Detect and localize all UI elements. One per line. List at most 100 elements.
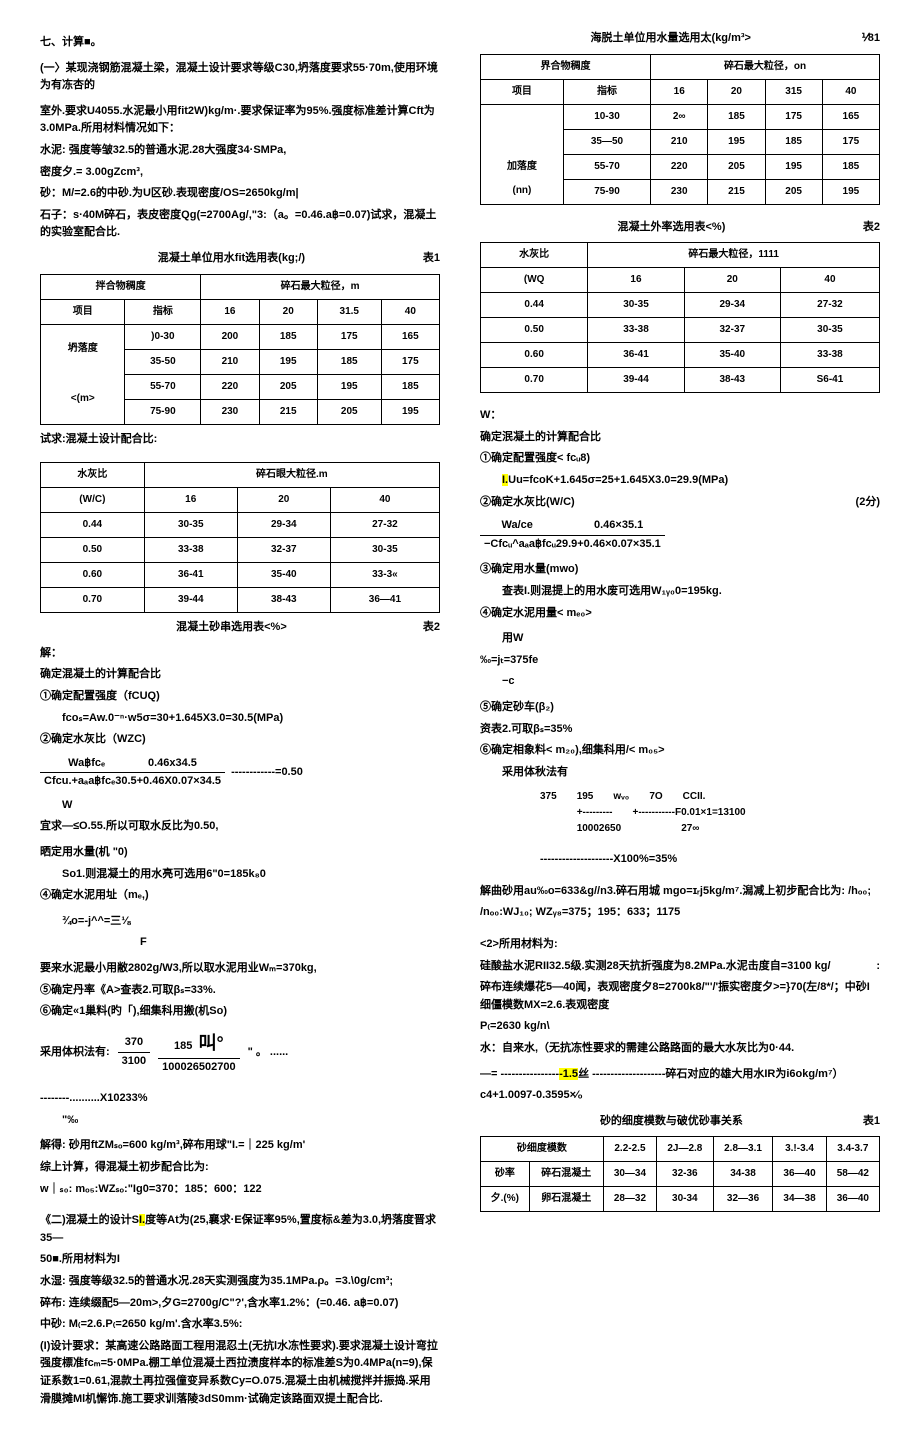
r10: ‰=jₜ=375fe	[480, 652, 880, 670]
rt1-h2c: 16	[651, 79, 708, 104]
density-line: 密度夕.= 3.00gZcm³,	[40, 164, 440, 182]
t1-r3f: 185	[381, 374, 439, 399]
rt1-r3b: 55-70	[563, 154, 650, 179]
rt2-r2c: 32-37	[684, 318, 780, 343]
q2f: 碎布: 连续缀配5—20m>,夕G=2700g/C"?',含水率1.2%：(=0…	[40, 1295, 440, 1313]
solution-h: 解：	[40, 645, 440, 663]
s4: ②确定水灰比（WZC)	[40, 731, 440, 749]
t2-h1a: 水灰比	[41, 463, 145, 488]
rt3-r1b: 碎石混凝土	[529, 1162, 603, 1187]
t1-h1a: 拌合物稠度	[41, 274, 201, 299]
rq2b-row: 硅酸盐水泥RII32.5级.实测28天抗折强度为8.2MPa.水泥击度自=310…	[480, 958, 880, 976]
s14: ⑤确定丹率《A>查表2.可取βₛ=33%.	[40, 982, 440, 1000]
rt3-r2f: 34—38	[773, 1187, 826, 1212]
rt1-h2f: 40	[822, 79, 879, 104]
rt2-h1b: 碎石最大粒径，1111	[588, 243, 880, 268]
rt3-r2b: 卵石混凝土	[529, 1187, 603, 1212]
s17b: "‰	[40, 1112, 440, 1130]
r19: /nₒ₀:WJ₁₀; WZᵧ₈=375；195：633；1175	[480, 904, 880, 922]
volume-formula-right: 375 195 wᵥ₀ 7O CCII. 375 +--------- +---…	[540, 789, 880, 837]
t1-r1b: )0-30	[125, 324, 201, 349]
water-usage-table-right: 界合物稠度 碎石最大粒径，on 项目 指标 16 20 315 40 10-30…	[480, 54, 880, 205]
t2-r2c: 32-37	[237, 538, 330, 563]
s15: ⑥确定«1巢料(旳「),细集科用搬(机So)	[40, 1003, 440, 1021]
heading-seven: 七、计算■。	[40, 34, 440, 52]
t2-h2d: 40	[330, 488, 439, 513]
r5-right: 0.46×35.1	[594, 519, 643, 531]
rq2fc: 丝 --------------------碎石对应的雄大用水IR为i6okg/…	[578, 1068, 843, 1080]
t2-r4d: 36—41	[330, 588, 439, 613]
s18: 解得: 砂用ftZMₛₒ=600 kg/m³,碎布用球"I.=｜225 kg/m…	[40, 1137, 440, 1155]
r14: ⑥确定相象料< m₂₀),细集科用/< m₀₅>	[480, 742, 880, 760]
r16c: wᵥ₀	[613, 789, 629, 805]
s12: F	[140, 934, 440, 952]
rt2-h2d: 40	[780, 268, 879, 293]
rt2-h2c: 20	[684, 268, 780, 293]
t1-h2f: 40	[381, 299, 439, 324]
t1-r4b: 75-90	[125, 399, 201, 424]
q2a: 《二)混凝土的设计S	[40, 1214, 139, 1226]
r15: 采用体秋法有	[480, 764, 880, 782]
t1-r3b: 55-70	[125, 374, 201, 399]
t1-r3c: 220	[201, 374, 259, 399]
r13: 资表2.可取βₛ=35%	[480, 721, 880, 739]
rt2-r2a: 0.50	[481, 318, 588, 343]
rt1-r3c: 220	[651, 154, 708, 179]
rt3-h1d: 2.8—3.1	[713, 1137, 773, 1162]
r3b: Uu=fcoK+1.645σ=25+1.645X3.0=29.9(MPa)	[508, 474, 728, 486]
t2-r3d: 33-3«	[330, 563, 439, 588]
rt1-h2a: 项目	[481, 79, 564, 104]
rt1-r4d: 215	[708, 179, 765, 204]
rt2-r1d: 27-32	[780, 293, 879, 318]
r16g: +-----------F0.01×1=13100	[633, 805, 746, 821]
rt3-r1c: 30—34	[603, 1162, 656, 1187]
rq2c: 碎布连续爆花5—40闻，表观密度夕8=2700k8/"'/'振实密度夕>=}70…	[480, 979, 880, 1014]
t1-h2c: 16	[201, 299, 259, 324]
s19: 综上计算，得混凝土初步配合比为:	[40, 1159, 440, 1177]
rt2-r1c: 29-34	[684, 293, 780, 318]
t2-r3b: 36-41	[144, 563, 237, 588]
rt1-r2a: 加落度	[481, 154, 564, 179]
sand-line: 砂：M/=2.6的中砂.为U区砂.表现密度/OS=2650kg/m|	[40, 185, 440, 203]
rt-cap-l: 海脱土单位用水量选用太(kg/m³>	[480, 30, 862, 48]
s5-eq: ------------=0.50	[231, 764, 303, 782]
rt2-r3b: 36-41	[588, 343, 684, 368]
rt1-r3f: 185	[822, 154, 879, 179]
rt2-r3c: 35-40	[684, 343, 780, 368]
r16b: 195	[577, 789, 594, 805]
table2-caption: 混凝土砂串选用表<%> 表2	[40, 619, 440, 637]
t1-r1d: 185	[259, 324, 317, 349]
rt3-cap-l: 砂的细度模数与破优砂事关系	[480, 1113, 863, 1131]
q2h: (I)设计要求：某高速公路路面工程用混忍土(无抗l水冻性要求).要求混凝土设计弯…	[40, 1338, 440, 1408]
rt1-r1e: 175	[765, 104, 822, 129]
rt2-cap-r: 表2	[863, 219, 880, 237]
s2: ①确定配置强度（fCUQ)	[40, 688, 440, 706]
rt1-r4b: 75-90	[563, 179, 650, 204]
t1-r4c: 230	[201, 399, 259, 424]
rt1-h2b: 指标	[563, 79, 650, 104]
t2-h2c: 20	[237, 488, 330, 513]
t2-r2a: 0.50	[41, 538, 145, 563]
r16d: 7O	[649, 789, 662, 805]
rt3-r1f: 36—40	[773, 1162, 826, 1187]
right-column: 海脱土单位用水量选用太(kg/m³> ⅟81 界合物稠度 碎石最大粒径，on 项…	[480, 30, 880, 1412]
t1-r2c: 210	[201, 349, 259, 374]
r4r: (2分)	[856, 494, 880, 512]
t2-h1b: 碎石眼大粒径.m	[144, 463, 439, 488]
rq2b: 硅酸盐水泥RII32.5级.实测28天抗折强度为8.2MPa.水泥击度自=310…	[480, 958, 831, 976]
s10: ④确定水泥用址（mₑ,)	[40, 887, 440, 905]
s6: W	[40, 797, 440, 815]
rt1-r1c: 2∞	[651, 104, 708, 129]
t1-r2e: 185	[317, 349, 381, 374]
r16a: 375	[540, 789, 557, 805]
rt3-r1g: 58—42	[826, 1162, 879, 1187]
rt3-r2d: 30-34	[657, 1187, 714, 1212]
rt1-r3e: 195	[765, 154, 822, 179]
rt1-r4f: 195	[822, 179, 879, 204]
rq2b2: :	[876, 958, 880, 976]
volume-formula: 采用体枳法有: 370 3100 185 叫° 100026502700 " 。…	[40, 1029, 440, 1076]
table1-caption-right: 表1	[423, 250, 440, 268]
t1-r4f: 195	[381, 399, 439, 424]
find-design-ratio: 试求:混凝土设计配合比:	[40, 431, 440, 449]
rt2-r2d: 30-35	[780, 318, 879, 343]
